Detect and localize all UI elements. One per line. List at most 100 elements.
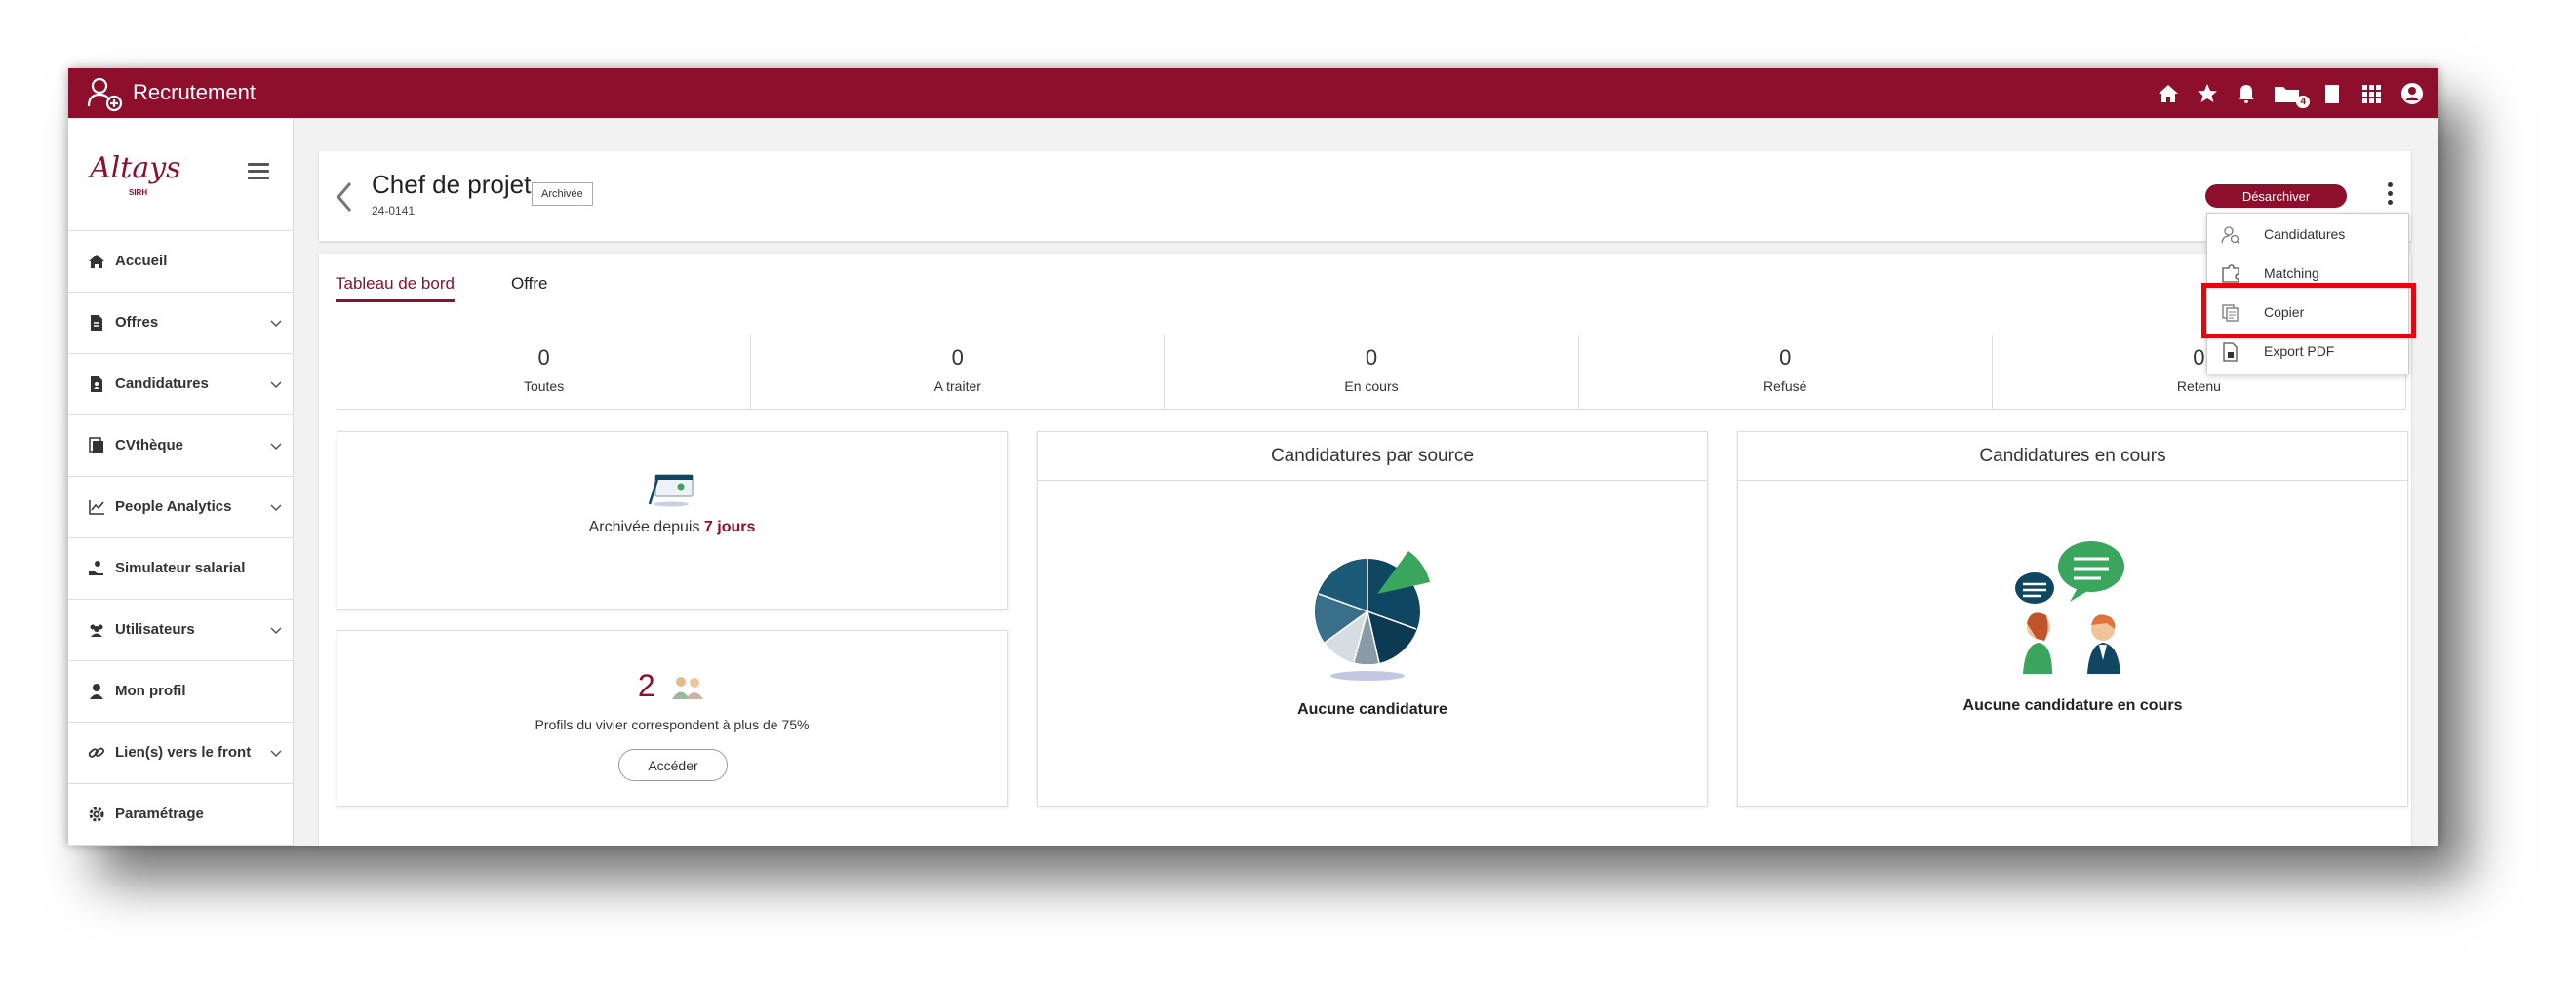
document-stack-icon — [89, 437, 103, 453]
user-search-icon — [2221, 226, 2240, 245]
stat-toutes[interactable]: 0 Toutes — [337, 335, 752, 409]
stat-label: Toutes — [523, 378, 565, 394]
stats-bar: 0 Toutes 0 A traiter 0 En cours 0 Refusé… — [337, 335, 2406, 410]
sidebar-item-mon-profil[interactable]: Mon profil — [68, 661, 293, 723]
apps-grid-icon[interactable] — [2358, 81, 2384, 106]
archived-prefix: Archivée depuis — [588, 519, 700, 535]
users-icon — [90, 624, 103, 637]
recruitment-logo-icon — [87, 77, 123, 112]
user-account-icon[interactable] — [2399, 81, 2425, 106]
conversation-illustration-icon — [2015, 541, 2124, 674]
back-chevron-icon[interactable] — [335, 180, 354, 214]
stat-value: 0 — [951, 345, 964, 370]
stat-label: Refusé — [1764, 378, 1807, 394]
hand-coin-icon — [89, 561, 103, 575]
sidebar-item-label: Offres — [115, 314, 159, 331]
tab-offre[interactable]: Offre — [511, 274, 547, 299]
stat-label: Retenu — [2176, 378, 2221, 394]
sidebar-item-utilisateurs[interactable]: Utilisateurs — [68, 600, 293, 661]
brand-logo: Altays — [90, 151, 181, 185]
link-icon — [88, 747, 104, 758]
chevron-down-icon — [270, 504, 282, 512]
book-icon[interactable] — [2319, 81, 2345, 106]
menu-item-candidatures[interactable]: Candidatures — [2207, 216, 2408, 255]
sidebar-item-label: Candidatures — [115, 375, 209, 392]
sidebar-item-cvtheque[interactable]: CVthèque — [68, 415, 293, 477]
people-group-icon — [672, 676, 704, 699]
menu-item-export-pdf[interactable]: Export PDF — [2207, 333, 2408, 372]
menu-item-label: Copier — [2264, 304, 2305, 320]
top-bar: Recrutement 4 — [68, 68, 2438, 118]
archive-sign-icon — [648, 474, 694, 507]
stat-label: A traiter — [933, 378, 981, 394]
empty-state-text: Aucune candidature — [1297, 701, 1447, 718]
sidebar-item-label: Utilisateurs — [115, 621, 195, 638]
brand-subtitle: SIRH — [129, 188, 148, 197]
empty-state-text: Aucune candidature en cours — [1962, 697, 2183, 714]
sidebar-item-label: Mon profil — [115, 683, 186, 699]
pie-chart-illustration-icon — [1315, 551, 1430, 681]
sidebar-item-people-analytics[interactable]: People Analytics — [68, 477, 293, 538]
pool-description: Profils du vivier correspondent à plus d… — [535, 717, 810, 732]
status-badge: Archivée — [532, 182, 593, 206]
candidatures-in-progress-card: Candidatures en cours Aucune candidature… — [1737, 431, 2408, 807]
card-title: Candidatures en cours — [1738, 432, 2407, 481]
star-icon[interactable] — [2195, 81, 2220, 106]
archived-since-text: Archivée depuis 7 jours — [337, 519, 1007, 536]
sidebar-item-offres[interactable]: Offres — [68, 293, 293, 354]
sidebar-item-candidatures[interactable]: Candidatures — [68, 354, 293, 415]
sidebar-item-label: CVthèque — [115, 437, 184, 453]
stat-value: 0 — [537, 345, 550, 370]
more-options-icon[interactable] — [2383, 178, 2397, 214]
archived-info-card: Archivée depuis 7 jours — [337, 431, 1008, 610]
chevron-down-icon — [270, 320, 282, 328]
card-title: Candidatures par source — [1038, 432, 1707, 481]
sidebar-item-liens-front[interactable]: Lien(s) vers le front — [68, 723, 293, 784]
stat-refuse[interactable]: 0 Refusé — [1579, 335, 1993, 409]
sidebar-item-label: Paramétrage — [115, 806, 204, 822]
candidatures-by-source-card: Candidatures par source Aucune candidatu… — [1037, 431, 1708, 807]
puzzle-icon — [2222, 264, 2239, 283]
access-button[interactable]: Accéder — [618, 749, 728, 781]
document-user-icon — [91, 376, 102, 392]
document-icon — [91, 315, 102, 331]
menu-item-copier[interactable]: Copier — [2207, 294, 2408, 333]
bell-icon[interactable] — [2234, 81, 2259, 106]
sidebar-item-parametrage[interactable]: Paramétrage — [68, 784, 293, 846]
stat-en-cours[interactable]: 0 En cours — [1165, 335, 1579, 409]
chevron-down-icon — [270, 381, 282, 389]
archived-duration: 7 jours — [703, 519, 756, 535]
chevron-down-icon — [270, 443, 282, 451]
talent-pool-card: 2 Profils du vivier correspondent à plus… — [337, 630, 1008, 807]
pdf-export-icon — [2223, 342, 2238, 362]
sidebar-item-simulateur-salarial[interactable]: Simulateur salarial — [68, 538, 293, 600]
person-icon — [90, 684, 103, 699]
pool-count: 2 — [637, 668, 655, 703]
home-icon — [89, 255, 104, 268]
copy-icon — [2222, 304, 2239, 322]
dashboard-card: Tableau de bord Offre 0 Toutes 0 A trait… — [319, 254, 2411, 846]
stat-a-traiter[interactable]: 0 A traiter — [751, 335, 1166, 409]
sidebar-item-label: Lien(s) vers le front — [115, 744, 252, 761]
sidebar-item-accueil[interactable]: Accueil — [68, 231, 293, 293]
page-title: Chef de projet — [372, 170, 532, 199]
sidebar-item-label: Accueil — [115, 253, 168, 269]
chevron-down-icon — [270, 750, 282, 758]
stat-label: En cours — [1344, 378, 1399, 394]
sidebar-item-label: People Analytics — [115, 498, 232, 515]
menu-toggle-icon[interactable] — [248, 163, 269, 180]
folder-button[interactable]: 4 — [2273, 81, 2310, 108]
home-icon[interactable] — [2156, 81, 2181, 106]
pool-count-row: 2 — [337, 668, 1007, 703]
menu-item-label: Export PDF — [2264, 343, 2335, 359]
app-window: Recrutement 4 Altays SIRH Accueil Offres… — [68, 68, 2438, 846]
job-header: Chef de projet 24-0141 Archivée Désarchi… — [319, 151, 2411, 241]
job-reference: 24-0141 — [372, 204, 416, 217]
stat-value: 0 — [1779, 345, 1792, 370]
chevron-down-icon — [270, 627, 282, 635]
gear-icon — [89, 807, 104, 822]
unarchive-button[interactable]: Désarchiver — [2205, 184, 2347, 208]
menu-item-matching[interactable]: Matching — [2207, 255, 2408, 294]
tab-tableau-de-bord[interactable]: Tableau de bord — [336, 274, 455, 302]
sidebar-brand: Altays SIRH — [68, 118, 293, 231]
